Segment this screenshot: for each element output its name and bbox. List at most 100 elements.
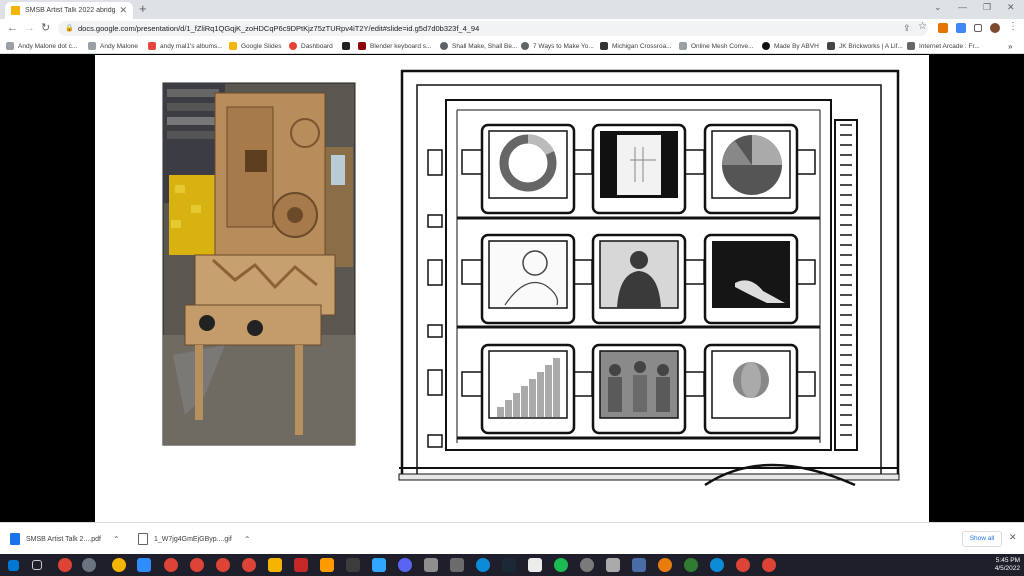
bookmark-item[interactable]: Blender keyboard s... xyxy=(358,40,431,52)
show-all-button[interactable]: Show all xyxy=(962,531,1002,547)
download-filename: 1_W7jg4GmEjGByp....gif xyxy=(154,535,232,543)
app-icon[interactable] xyxy=(424,558,438,572)
back-icon[interactable]: ← xyxy=(7,21,18,35)
chrome-icon[interactable] xyxy=(58,558,72,572)
pdf-file-icon xyxy=(10,533,20,545)
chevron-up-icon[interactable]: ⌃ xyxy=(113,535,120,544)
slides-favicon-icon xyxy=(11,6,20,15)
extension-blue-icon[interactable] xyxy=(956,23,966,33)
presentation-margin-left xyxy=(0,55,95,522)
bookmark-item[interactable]: Michigan Crossroa... xyxy=(600,40,672,52)
close-downloads-icon[interactable]: ✕ xyxy=(1009,532,1017,543)
menu-kebab-icon[interactable]: ⋮ xyxy=(1008,22,1018,32)
bookmark-item[interactable]: Google Slides xyxy=(229,40,281,52)
app-icon[interactable] xyxy=(580,558,594,572)
app-icon[interactable] xyxy=(606,558,620,572)
spotify-icon[interactable] xyxy=(554,558,568,572)
app-icon[interactable] xyxy=(112,558,126,572)
address-bar[interactable]: 🔒 docs.google.com/presentation/d/1_fZliR… xyxy=(58,21,928,36)
chrome-icon[interactable] xyxy=(242,558,256,572)
chrome-icon[interactable] xyxy=(736,558,750,572)
bookmark-icon xyxy=(358,42,366,50)
share-icon[interactable]: ⇪ xyxy=(903,23,913,33)
bookmark-item[interactable]: Andy Malone xyxy=(88,40,138,52)
lock-icon: 🔒 xyxy=(65,25,74,32)
gif-file-icon xyxy=(138,533,148,545)
globe-icon xyxy=(440,42,448,50)
app-icon[interactable] xyxy=(450,558,464,572)
system-clock[interactable]: 5:45 PM 4/5/2022 xyxy=(988,557,1020,573)
bookmark-icon xyxy=(827,42,835,50)
bookmark-icon xyxy=(342,42,350,50)
bookmark-icon xyxy=(148,42,156,50)
app-icon[interactable] xyxy=(632,558,646,572)
bookmark-item[interactable]: Shall Make, Shall Be... xyxy=(440,40,517,52)
bookmark-item[interactable]: andy mal1's albums... xyxy=(148,40,223,52)
chrome-icon[interactable] xyxy=(762,558,776,572)
monitor-grid xyxy=(480,123,799,435)
downloads-bar: SMSB Artist Talk 2....pdf ⌃ 1_W7jg4GmEjG… xyxy=(0,522,1024,554)
restore-icon[interactable]: ❐ xyxy=(983,2,991,13)
cabinet-photo xyxy=(162,82,356,446)
app-icon[interactable] xyxy=(684,558,698,572)
new-tab-icon[interactable]: + xyxy=(139,2,147,16)
edge-icon[interactable] xyxy=(710,558,724,572)
file-explorer-icon[interactable] xyxy=(268,558,282,572)
chevron-down-icon[interactable]: ⌄ xyxy=(934,2,942,13)
download-item[interactable]: 1_W7jg4GmEjGByp....gif ⌃ xyxy=(138,529,251,549)
browser-tab[interactable]: SMSB Artist Talk 2022 abridged ✕ xyxy=(5,2,133,19)
toolbar: ← → ↻ 🔒 docs.google.com/presentation/d/1… xyxy=(0,19,1024,38)
star-icon[interactable]: ☆ xyxy=(918,22,928,32)
taskbar: 5:45 PM 4/5/2022 xyxy=(0,554,1024,576)
bookmark-item[interactable]: Dashboard xyxy=(289,40,333,52)
tab-strip: SMSB Artist Talk 2022 abridged ✕ + ⌄ — ❐… xyxy=(0,0,1024,19)
bookmark-icon xyxy=(88,42,96,50)
avatar[interactable] xyxy=(990,23,1000,33)
bookmark-icon xyxy=(600,42,608,50)
discord-icon[interactable] xyxy=(398,558,412,572)
chrome-icon[interactable] xyxy=(216,558,230,572)
minimize-icon[interactable]: — xyxy=(958,2,967,12)
presentation-margin-right xyxy=(929,55,1024,522)
app-icon[interactable] xyxy=(82,558,96,572)
zoom-icon[interactable] xyxy=(137,558,151,572)
chrome-icon[interactable] xyxy=(164,558,178,572)
app-icon[interactable] xyxy=(294,558,308,572)
bookmark-item[interactable]: Andy Malone dot c... xyxy=(6,40,77,52)
chrome-icon[interactable] xyxy=(190,558,204,572)
photoshop-icon[interactable] xyxy=(372,558,386,572)
bookmark-item[interactable]: 7 Ways to Make Yo... xyxy=(521,40,594,52)
bookmark-item[interactable]: JK Brickworks | A Lif... xyxy=(827,40,903,52)
bookmark-icon xyxy=(289,42,297,50)
chevron-up-icon[interactable]: ⌃ xyxy=(244,535,251,544)
reload-icon[interactable]: ↻ xyxy=(41,21,50,35)
clock-time: 5:45 PM xyxy=(995,557,1020,564)
bookmark-icon xyxy=(679,42,687,50)
download-filename: SMSB Artist Talk 2....pdf xyxy=(26,535,101,543)
bookmark-icon xyxy=(6,42,14,50)
clock-date: 4/5/2022 xyxy=(994,565,1020,572)
slide-artwork xyxy=(162,69,900,487)
illustrator-icon[interactable] xyxy=(320,558,334,572)
side-panel-icon[interactable] xyxy=(974,24,982,32)
blender-icon[interactable] xyxy=(658,558,672,572)
close-tab-icon[interactable]: ✕ xyxy=(119,5,127,16)
steam-icon[interactable] xyxy=(502,558,516,572)
bookmark-item[interactable]: Internet Arcade : Fr... xyxy=(907,40,980,52)
download-item[interactable]: SMSB Artist Talk 2....pdf ⌃ xyxy=(10,529,120,549)
bookmark-icon xyxy=(907,42,915,50)
edge-icon[interactable] xyxy=(476,558,490,572)
bookmark-item[interactable]: Online Mesh Conve... xyxy=(679,40,754,52)
app-icon[interactable] xyxy=(528,558,542,572)
app-icon[interactable] xyxy=(346,558,360,572)
more-bookmarks-icon[interactable]: » xyxy=(1008,40,1012,52)
bookmark-item[interactable] xyxy=(342,40,354,52)
close-window-icon[interactable]: ✕ xyxy=(1007,2,1015,13)
bookmark-icon xyxy=(521,42,529,50)
forward-icon[interactable]: → xyxy=(24,21,35,35)
extension-orange-icon[interactable] xyxy=(938,23,948,33)
task-view-icon[interactable] xyxy=(32,560,42,570)
start-windows-icon[interactable] xyxy=(8,560,19,571)
bookmark-item[interactable]: Made By ABVH xyxy=(762,40,819,52)
slides-icon xyxy=(229,42,237,50)
